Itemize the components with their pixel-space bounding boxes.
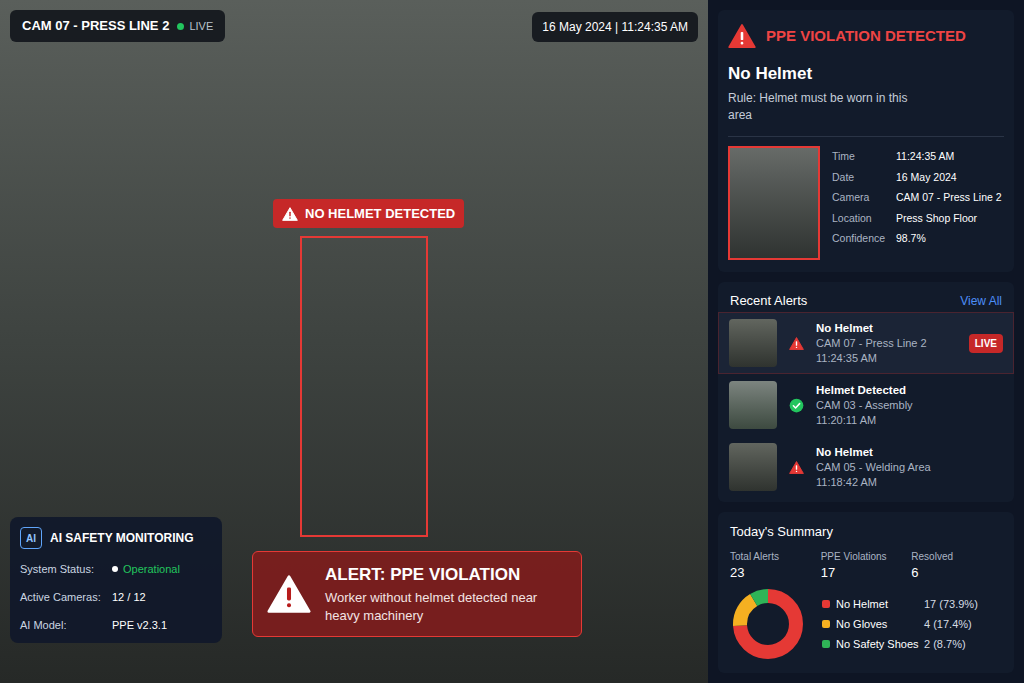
legend-swatch [822,600,830,608]
detail-row: CameraCAM 07 - Press Line 2 [832,187,1004,208]
alert-item[interactable]: No HelmetCAM 05 - Welding Area11:18:42 A… [718,436,1014,498]
alert-message: Worker without helmet detected near heav… [325,589,567,625]
live-badge: LIVE [969,334,1003,353]
alert-item-camera: CAM 03 - Assembly [816,398,1003,413]
warning-icon [789,336,804,351]
ai-chip-icon: AI [20,527,42,549]
legend-swatch [822,620,830,628]
donut-segment [740,596,796,652]
alert-item-title: Helmet Detected [816,382,1003,398]
alert-title: ALERT: PPE VIOLATION [325,564,567,585]
summary-stat: PPE Violations17 [821,550,912,582]
divider [728,136,1004,137]
legend-item: No Gloves4 (17.4%) [822,616,978,632]
recent-alerts-card: Recent AlertsView AllNo HelmetCAM 07 - P… [718,282,1014,502]
warning-icon [267,572,311,616]
safety-dashboard: CAM 07 - PRESS LINE 2 LIVE 16 May 2024 | 1… [0,0,1024,683]
detail-row: Time11:24:35 AM [832,146,1004,167]
alert-item-time: 11:20:11 AM [816,413,1003,428]
alert-item-time: 11:24:35 AM [816,351,957,366]
violation-title: PPE VIOLATION DETECTED [766,25,966,48]
alert-item[interactable]: Helmet DetectedCAM 03 - Assembly11:20:11… [718,374,1014,436]
status-dot [112,566,118,572]
violation-snapshot [728,146,820,260]
detection-box [300,236,428,537]
side-panel: PPE VIOLATION DETECTED No Helmet Rule: Hel… [708,0,1024,683]
violation-card: PPE VIOLATION DETECTED No Helmet Rule: Hel… [718,10,1014,272]
summary-stat: Total Alerts23 [730,550,821,582]
violation-rule: Rule: Helmet must be worn in this area [728,90,908,124]
camera-label: CAM 07 - PRESS LINE 2 LIVE [10,10,225,42]
warning-icon [789,460,804,475]
summary-stat: Resolved6 [911,550,1002,582]
live-dot [177,23,184,30]
warning-icon [282,206,298,222]
alert-item-camera: CAM 05 - Welding Area [816,460,1003,475]
check-icon [789,398,804,413]
alert-item-title: No Helmet [816,320,957,336]
monitoring-title: AI SAFETY MONITORING [50,529,194,547]
legend-item: No Safety Shoes2 (8.7%) [822,636,978,652]
detail-row: Confidence98.7% [832,228,1004,249]
alert-thumbnail [729,443,777,491]
alert-thumbnail [729,381,777,429]
violation-details: Time11:24:35 AMDate16 May 2024CameraCAM … [832,146,1004,260]
donut-segment [740,596,796,652]
summary-card: Today's Summary Total Alerts23PPE Violati… [718,512,1014,673]
monitoring-row: Active Cameras:12 / 12 [20,589,212,605]
alert-item-camera: CAM 07 - Press Line 2 [816,336,957,351]
detail-row: Date16 May 2024 [832,167,1004,188]
camera-feed: CAM 07 - PRESS LINE 2 LIVE 16 May 2024 | 1… [0,0,708,683]
camera-name: CAM 07 - PRESS LINE 2 [22,16,169,36]
donut-segment [740,596,796,652]
timestamp: 16 May 2024 | 11:24:35 AM [532,12,698,42]
chart-legend: No Helmet17 (73.9%) No Gloves4 (17.4%) No … [822,596,978,652]
violation-type: No Helmet [728,64,1004,84]
alert-thumbnail [729,319,777,367]
alert-banner: ALERT: PPE VIOLATION Worker without helme… [252,551,582,637]
detection-label: NO HELMET DETECTED [273,199,464,228]
summary-donut-chart [730,586,806,662]
monitoring-row: AI Model:PPE v2.3.1 [20,617,212,633]
legend-swatch [822,640,830,648]
live-indicator: LIVE [177,18,213,35]
monitoring-row: System Status:Operational [20,561,212,577]
detail-row: LocationPress Shop Floor [832,208,1004,229]
recent-alerts-title: Recent Alerts [730,291,807,311]
legend-item: No Helmet17 (73.9%) [822,596,978,612]
summary-title: Today's Summary [730,522,1002,542]
monitoring-panel: AI AI SAFETY MONITORING System Status:Oper… [10,517,222,643]
alert-item-title: No Helmet [816,444,1003,460]
warning-icon [728,22,756,50]
alert-item[interactable]: No HelmetCAM 07 - Press Line 211:24:35 A… [718,312,1014,374]
alert-item-time: 11:18:42 AM [816,475,1003,490]
view-all-link[interactable]: View All [960,292,1002,310]
